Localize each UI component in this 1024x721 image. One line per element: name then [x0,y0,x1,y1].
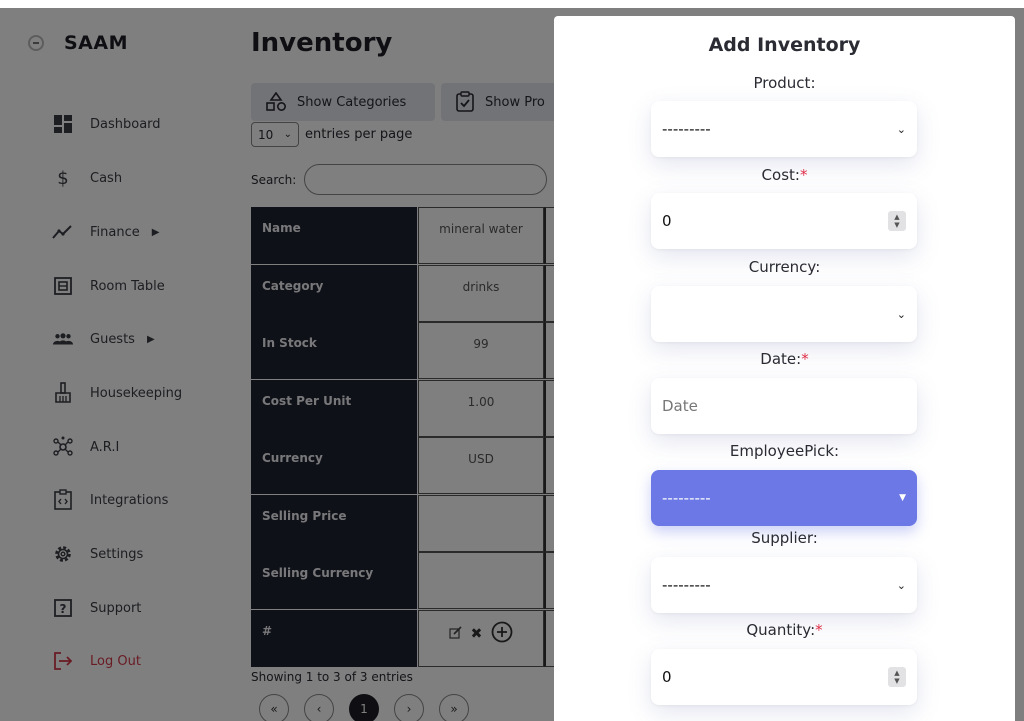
cost-label: Cost:* [554,166,1015,184]
number-spinner-icon[interactable]: ▲ ▼ [888,211,906,231]
cost-input[interactable]: 0 ▲ ▼ [651,193,917,249]
supplier-select[interactable]: --------- ⌄ [651,557,917,613]
employee-select[interactable]: --------- ▼ [651,470,917,526]
quantity-input[interactable]: 0 ▲ ▼ [651,649,917,705]
chevron-down-icon: ⌄ [896,578,906,592]
required-marker: * [801,350,809,368]
product-select[interactable]: --------- ⌄ [651,101,917,157]
cost-label-text: Cost: [761,166,800,184]
supplier-label: Supplier: [554,529,1015,547]
product-label: Product: [554,74,1015,92]
quantity-input-value: 0 [662,668,672,686]
supplier-label-text: Supplier: [751,529,818,547]
quantity-label-text: Quantity: [746,621,816,639]
currency-label-text: Currency: [748,258,821,276]
modal-title: Add Inventory [708,34,861,56]
chevron-down-icon: ⌄ [896,122,906,136]
required-marker: * [815,621,823,639]
window-top-strip [0,0,1024,8]
employee-label-text: EmployeePick: [729,442,840,460]
date-label-text: Date: [760,350,802,368]
required-marker: * [799,166,808,184]
product-label-text: Product: [753,74,816,92]
quantity-label: Quantity:* [554,621,1015,639]
number-spinner-icon[interactable]: ▲ ▼ [888,667,906,687]
date-input-placeholder: Date [662,397,698,415]
currency-label: Currency: [554,258,1015,276]
product-select-value: --------- [662,120,711,138]
caret-down-icon: ▼ [899,493,906,503]
employee-select-value: --------- [662,489,711,507]
currency-select[interactable]: ⌄ [651,286,917,342]
supplier-select-value: --------- [662,576,711,594]
employee-label: EmployeePick: [554,442,1015,460]
add-inventory-modal: Add Inventory Product: --------- ⌄ Cost:… [554,16,1015,721]
date-input[interactable]: Date [651,378,917,434]
date-label: Date:* [554,350,1015,368]
cost-input-value: 0 [662,212,672,230]
chevron-down-icon: ⌄ [896,307,906,321]
